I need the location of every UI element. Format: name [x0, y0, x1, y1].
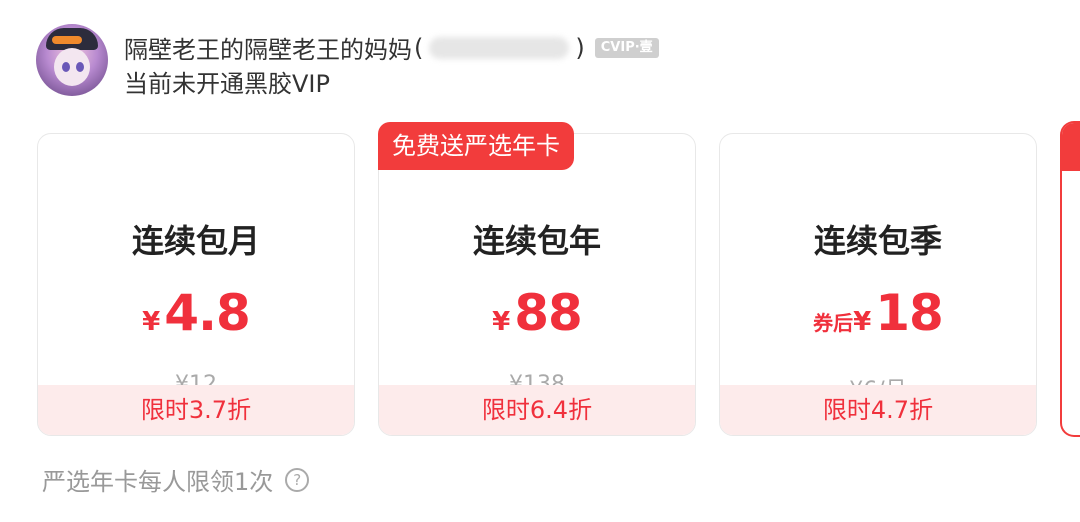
plan-card-partial[interactable]: [1060, 121, 1080, 437]
price-value: 88: [514, 284, 583, 342]
vip-status: 当前未开通黑胶VIP: [124, 70, 330, 98]
user-name-line: 隔壁老王的隔壁老王的妈妈 ( ) CVIP·壹: [124, 30, 659, 65]
discount-label: 限时4.7折: [720, 385, 1036, 435]
avatar[interactable]: [36, 24, 108, 96]
plan-title: 连续包年: [472, 222, 601, 260]
currency-symbol: ¥: [853, 307, 872, 337]
price-value: 18: [875, 284, 944, 342]
user-name: 隔壁老王的隔壁老王的妈妈: [124, 36, 412, 64]
plan-price: ¥88: [379, 284, 695, 342]
vip-level-badge: CVIP·壹: [594, 37, 659, 58]
paren-close: ): [575, 33, 585, 62]
paren-open: (: [414, 33, 424, 62]
discount-label: 限时6.4折: [379, 385, 695, 435]
user-header: 隔壁老王的隔壁老王的妈妈 ( ) CVIP·壹 当前未开通黑胶VIP: [36, 24, 1036, 98]
plan-card-monthly[interactable]: 连续包月 ¥4.8 ¥12 限时3.7折: [37, 133, 355, 436]
plan-card-yearly[interactable]: 连续包年 ¥88 ¥138 限时6.4折: [378, 133, 696, 436]
footer-note: 严选年卡每人限领1次 ?: [42, 462, 310, 497]
partial-promo-tab: [1062, 123, 1080, 171]
plan-card-quarterly[interactable]: 连续包季 券后¥18 ¥6/月 限时4.7折: [719, 133, 1037, 436]
plan-price: ¥4.8: [38, 284, 354, 342]
currency-symbol: ¥: [142, 307, 161, 337]
discount-label: 限时3.7折: [38, 385, 354, 435]
help-icon[interactable]: ?: [285, 467, 310, 492]
promo-tag: 免费送严选年卡: [378, 122, 574, 170]
plan-title: 连续包季: [813, 222, 942, 260]
footer-note-text: 严选年卡每人限领1次: [42, 468, 274, 496]
currency-symbol: ¥: [492, 307, 511, 337]
plan-title: 连续包月: [131, 222, 260, 260]
redacted-id: [429, 36, 570, 59]
price-value: 4.8: [164, 284, 251, 342]
price-prefix: 券后: [813, 311, 854, 335]
avatar-face: [54, 48, 90, 86]
plan-price: 券后¥18: [720, 284, 1036, 342]
avatar-eye-left: [62, 62, 70, 72]
avatar-eye-right: [76, 62, 84, 72]
avatar-hat-band: [52, 36, 82, 44]
